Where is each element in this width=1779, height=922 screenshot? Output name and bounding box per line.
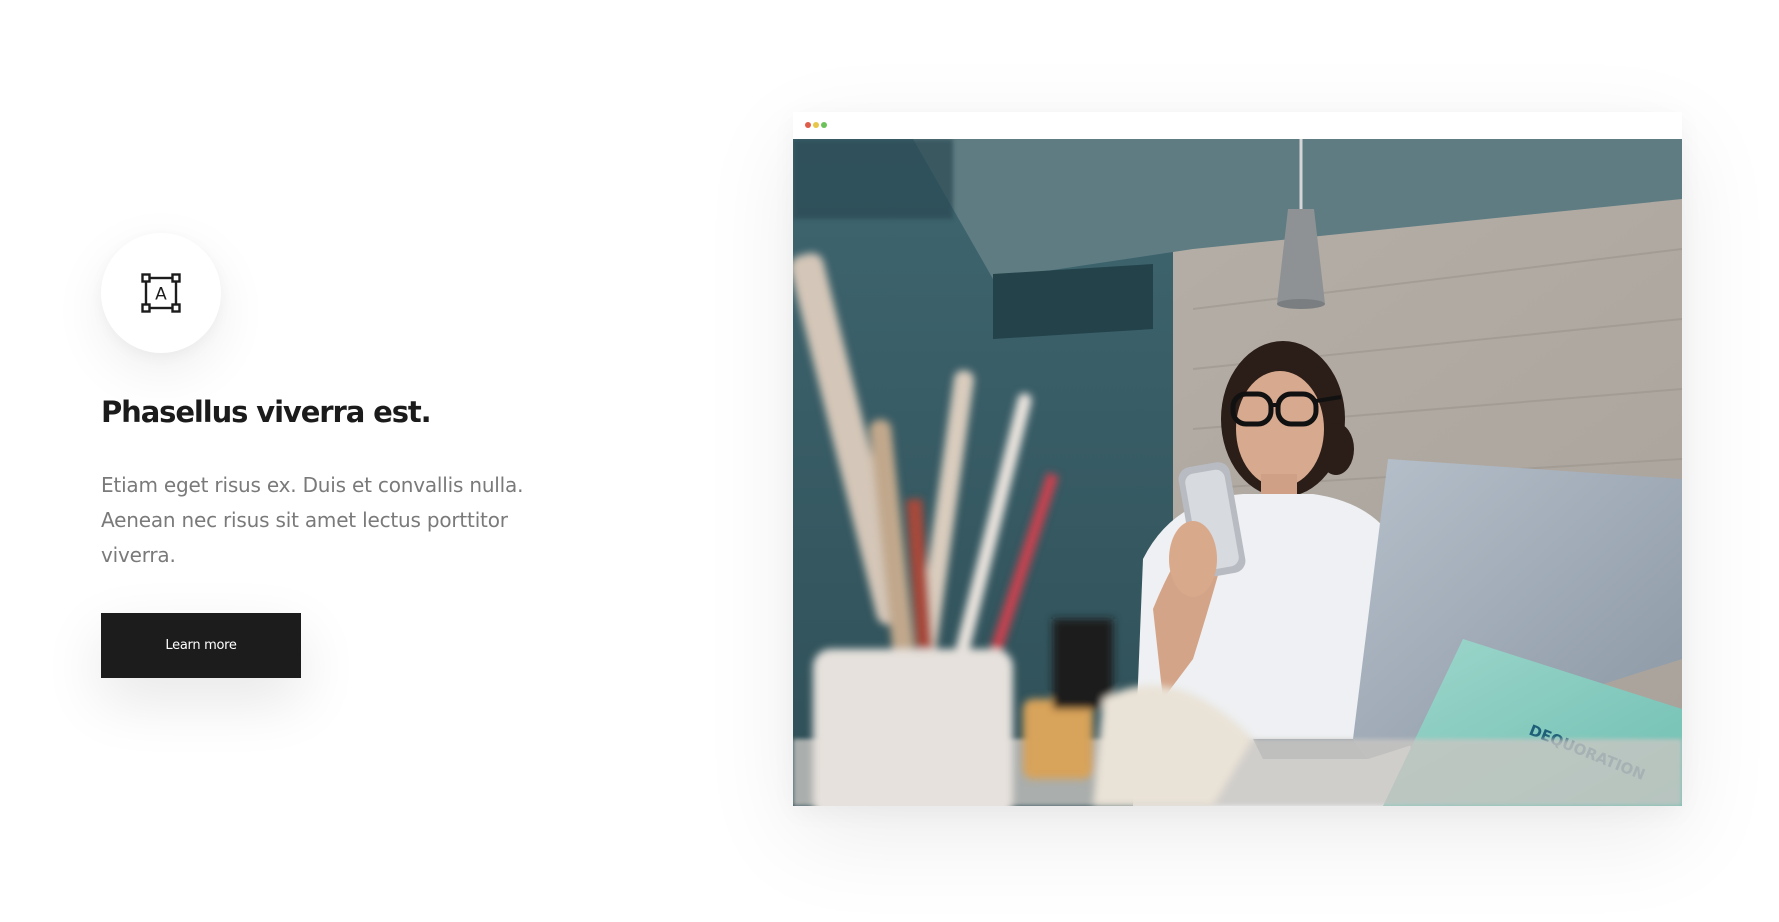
text-frame-icon: A [141, 273, 181, 313]
close-dot-icon [805, 122, 811, 128]
feature-icon-circle: A [101, 233, 221, 353]
feature-description: Etiam eget risus ex. Duis et convallis n… [101, 472, 524, 567]
hero-photo: DEQUORATION [793, 139, 1682, 806]
feature-block: A Phasellus viverra est. Etiam eget risu… [101, 233, 561, 678]
learn-more-button[interactable]: Learn more [101, 612, 301, 678]
page: A Phasellus viverra est. Etiam eget risu… [0, 0, 1779, 922]
minimize-dot-icon [813, 122, 819, 128]
maximize-dot-icon [821, 122, 827, 128]
browser-title-bar [793, 112, 1682, 139]
feature-title: Phasellus viverra est. [101, 395, 432, 429]
browser-mockup: DEQUORATION [793, 112, 1682, 806]
text-frame-icon-letter: A [155, 285, 167, 305]
